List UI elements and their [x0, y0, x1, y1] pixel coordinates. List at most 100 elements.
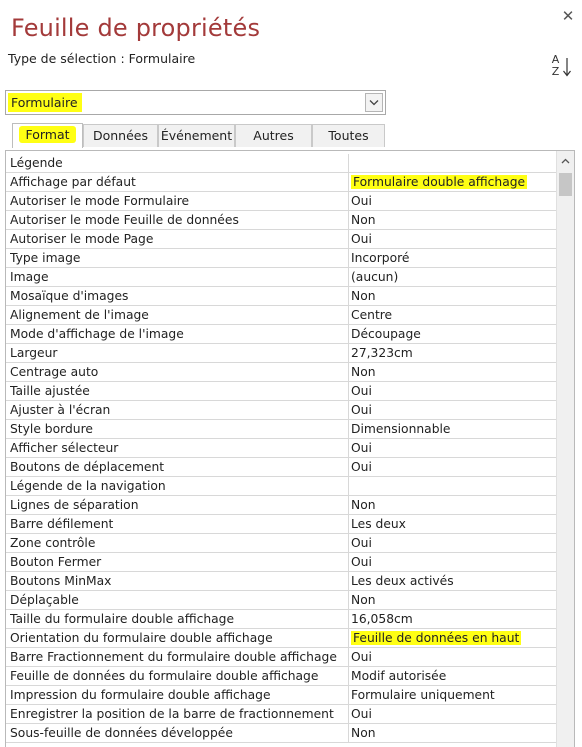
property-label: Autoriser le mode Feuille de données [10, 213, 239, 227]
property-row: Légende de la navigation [6, 477, 557, 496]
highlighted-value: Formulaire double affichage [351, 175, 528, 189]
property-label: Affichage par défaut [10, 175, 136, 189]
selection-type-label: Type de sélection : Formulaire [8, 51, 196, 66]
pane-title: Feuille de propriétés [11, 14, 261, 42]
property-row: Impression du formulaire double affichag… [6, 686, 557, 705]
property-label: Afficher sélecteur [10, 441, 119, 455]
property-row: Légende [6, 154, 557, 173]
property-label: Autoriser le mode Page [10, 232, 154, 246]
property-row: Largeur 27,323cm [6, 344, 557, 363]
property-value[interactable]: Non [348, 724, 558, 742]
property-row: Ajuster à l'écran Oui [6, 401, 557, 420]
property-label: Lignes de séparation [10, 498, 139, 512]
property-label: Image [10, 270, 49, 284]
property-value[interactable]: Découpage [348, 325, 558, 343]
sort-z-letter: Z [551, 65, 560, 78]
property-value[interactable]: Les deux [348, 515, 558, 533]
property-row: Barre Fractionnement du formulaire doubl… [6, 648, 557, 667]
property-row: Centrage auto Non [6, 363, 557, 382]
property-row: Lignes de séparation Non [6, 496, 557, 515]
property-label: Autoriser le mode Formulaire [10, 194, 190, 208]
close-icon[interactable]: ✕ [559, 7, 577, 25]
property-row: Autoriser le mode Feuille de données Non [6, 211, 557, 230]
property-value[interactable]: Non [348, 591, 558, 609]
scrollbar-thumb[interactable] [559, 173, 572, 196]
sort-az-button[interactable]: A Z [551, 54, 575, 78]
property-value[interactable]: Centre [348, 306, 558, 324]
sort-a-letter: A [551, 53, 560, 66]
property-row: Autoriser le mode Formulaire Oui [6, 192, 557, 211]
property-value[interactable]: Non [348, 211, 558, 229]
property-value[interactable]: Non [348, 496, 558, 514]
property-row: Enregistrer la position de la barre de f… [6, 705, 557, 724]
property-row: Mosaïque d'images Non [6, 287, 557, 306]
property-value[interactable]: 16,058cm [348, 610, 558, 628]
property-label: Alignement de l'image [10, 308, 149, 322]
property-label: Mosaïque d'images [10, 289, 129, 303]
property-sheet-pane: Feuille de propriétés ✕ Type de sélectio… [0, 0, 582, 747]
property-value[interactable]: (aucun) [348, 268, 558, 286]
property-label: Taille du formulaire double affichage [10, 612, 235, 626]
property-row: Alignement de l'image Centre [6, 306, 557, 325]
property-label: Centrage auto [10, 365, 99, 379]
property-tabs: Format Données Événement Autres Toutes [5, 123, 385, 148]
property-label: Enregistrer la position de la barre de f… [10, 707, 334, 721]
property-row: Mode d'affichage de l'image Découpage [6, 325, 557, 344]
chevron-down-icon [369, 100, 379, 106]
property-row: Taille du formulaire double affichage 16,… [6, 610, 557, 629]
property-label: Barre défilement [10, 517, 114, 531]
sort-down-arrow-icon [563, 58, 571, 77]
property-value[interactable]: Oui [348, 705, 558, 723]
property-value[interactable]: Les deux activés [348, 572, 558, 590]
scroll-up-arrow-icon[interactable] [557, 153, 574, 170]
property-label: Orientation du formulaire double afficha… [10, 631, 273, 645]
property-value[interactable]: Incorporé [348, 249, 558, 267]
property-row: Barre défilement Les deux [6, 515, 557, 534]
tab-toutes[interactable]: Toutes [312, 124, 385, 147]
tab-autres[interactable]: Autres [235, 124, 312, 147]
property-value[interactable]: Formulaire double affichage [348, 173, 558, 191]
property-value[interactable]: Dimensionnable [348, 420, 558, 438]
property-value[interactable]: Oui [348, 192, 558, 210]
property-value[interactable]: 27,323cm [348, 344, 558, 362]
property-value[interactable] [348, 477, 558, 495]
property-row: Bouton Fermer Oui [6, 553, 557, 572]
property-value[interactable]: Modif autorisée [348, 667, 558, 685]
property-value[interactable]: Oui [348, 401, 558, 419]
tab-format[interactable]: Format [12, 123, 83, 148]
property-value[interactable]: Feuille de données en haut [348, 629, 558, 647]
property-value[interactable]: Oui [348, 230, 558, 248]
property-row: Taille ajustée Oui [6, 382, 557, 401]
property-label: Taille ajustée [10, 384, 90, 398]
property-value[interactable]: Non [348, 363, 558, 381]
tab-donnees[interactable]: Données [83, 124, 158, 147]
property-value[interactable]: Non [348, 287, 558, 305]
property-label: Ajuster à l'écran [10, 403, 111, 417]
property-label: Légende [10, 156, 63, 170]
vertical-scrollbar[interactable] [556, 151, 574, 747]
property-value[interactable]: Formulaire uniquement [348, 686, 558, 704]
property-row: Autoriser le mode Page Oui [6, 230, 557, 249]
property-row: Déplaçable Non [6, 591, 557, 610]
property-label: Boutons de déplacement [10, 460, 165, 474]
property-label: Déplaçable [10, 593, 79, 607]
property-grid: Légende Affichage par défaut Formulaire do… [5, 150, 575, 747]
property-value[interactable] [348, 154, 558, 172]
tab-format-label: Format [19, 126, 76, 143]
property-row: Affichage par défaut Formulaire double af… [6, 173, 557, 192]
property-label: Style bordure [10, 422, 93, 436]
property-value[interactable]: Oui [348, 458, 558, 476]
combobox-dropdown-button[interactable] [365, 93, 383, 112]
selection-combobox[interactable]: Formulaire [5, 90, 386, 115]
property-row: Feuille de données du formulaire double … [6, 667, 557, 686]
property-value[interactable]: Oui [348, 534, 558, 552]
property-value[interactable]: Oui [348, 553, 558, 571]
property-value[interactable]: Oui [348, 382, 558, 400]
tab-evenement[interactable]: Événement [158, 124, 235, 147]
property-label: Bouton Fermer [10, 555, 102, 569]
property-value[interactable]: Oui [348, 439, 558, 457]
selection-combobox-value: Formulaire [8, 93, 82, 112]
property-value[interactable]: Oui [348, 648, 558, 666]
property-row: Boutons de déplacement Oui [6, 458, 557, 477]
property-row: Image (aucun) [6, 268, 557, 287]
